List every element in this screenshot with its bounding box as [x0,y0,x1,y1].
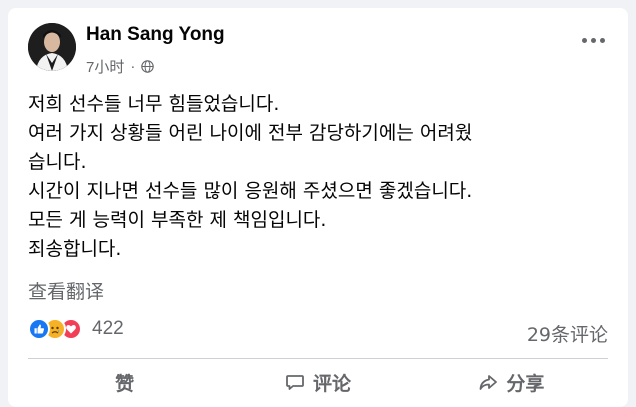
post-line: 습니다. [28,151,87,173]
action-bar: 赞 评论 分享 [28,364,608,400]
post-meta: 7小时 · [86,56,155,77]
comments-count[interactable]: 29条评论 [527,320,608,347]
like-icon [28,318,50,340]
avatar-image [28,23,76,71]
post-line: 죄송합니다. [28,238,122,260]
author-name[interactable]: Han Sang Yong [86,24,225,46]
post-time[interactable]: 7小时 [86,56,124,77]
post-line: 여러 가지 상황들 어린 나이에 전부 감당하기에는 어려웠 [28,122,473,144]
more-dot [582,37,587,43]
more-dot [591,37,596,43]
share-button-label: 分享 [506,372,545,395]
like-button-label: 赞 [115,372,135,395]
see-translation-link[interactable]: 查看翻译 [28,277,104,304]
share-button[interactable]: 分享 [415,364,608,400]
globe-icon [141,60,155,73]
reaction-count: 422 [92,318,124,339]
post-line: 저희 선수들 너무 힘들었습니다. [28,93,280,115]
post-line: 시간이 지나면 선수들 많이 응원해 주셨으면 좋겠습니다. [28,180,473,202]
divider [28,358,608,359]
reactions-summary[interactable]: 422 [28,318,124,340]
reaction-icons [28,318,82,340]
post-card: Han Sang Yong 7小时 · 저희 선수들 너무 힘들었습니다. 여러… [8,8,628,407]
comment-button-label: 评论 [312,372,351,395]
meta-separator: · [130,58,136,75]
comment-icon [286,375,304,390]
more-options-button[interactable] [582,34,606,46]
post-text: 저희 선수들 너무 힘들었습니다. 여러 가지 상황들 어린 나이에 전부 감당… [28,90,618,264]
post-line: 모든 게 능력이 부족한 제 책임입니다. [28,209,327,231]
share-icon [479,375,498,390]
more-dot [600,37,605,43]
comment-button[interactable]: 评论 [221,364,414,400]
like-button[interactable]: 赞 [28,364,221,400]
avatar[interactable] [28,23,76,71]
